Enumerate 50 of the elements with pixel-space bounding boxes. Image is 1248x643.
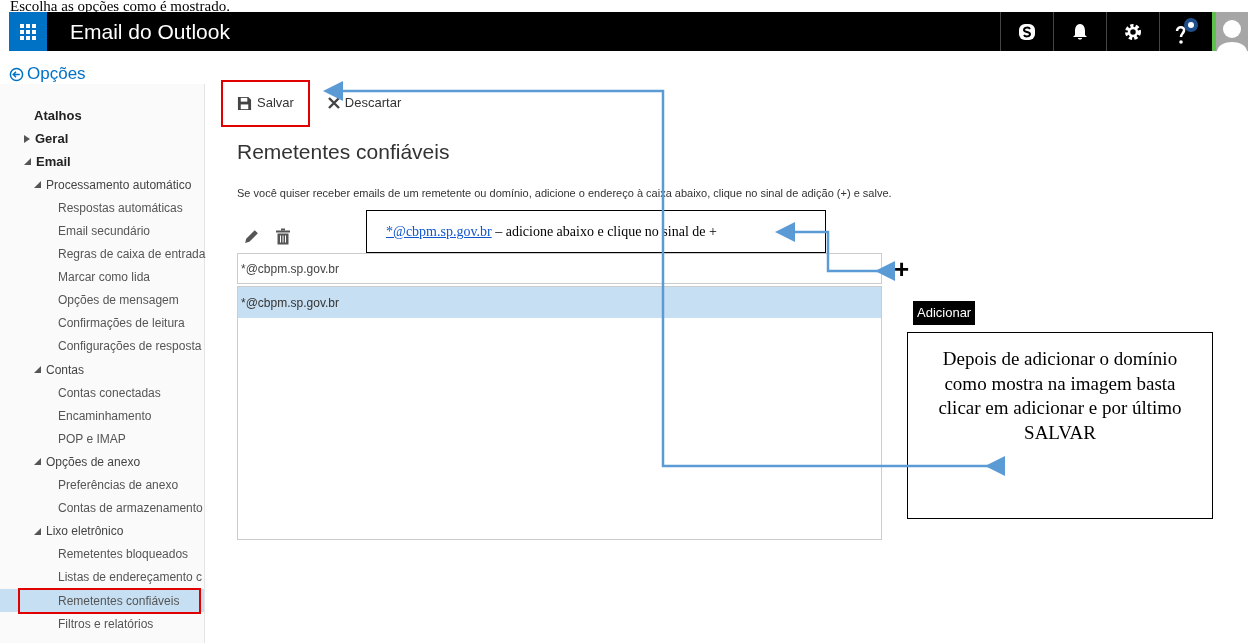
collapsed-triangle-icon[interactable] [24,134,30,143]
expanded-triangle-icon[interactable] [24,158,31,166]
sender-list-item[interactable]: *@cbpm.sp.gov.br [238,287,881,318]
sidebar-item[interactable]: Lixo eletrônico [0,519,204,543]
back-link[interactable]: Opções [27,61,86,87]
page-heading: Remetentes confiáveis [237,139,451,165]
discard-button[interactable]: Descartar [311,79,418,127]
save-button[interactable]: Salvar [221,79,310,127]
bell-icon [1072,22,1088,41]
sidebar-item[interactable]: Opções de mensagem [0,288,204,312]
sidebar-item[interactable]: Marcar como lida [0,265,204,289]
app-title: Email do Outlook [70,18,230,45]
instruction-note: Depois de adicionar o domínio como mostra na imagem basta clicar em adicionar e por último SALVAR [907,332,1213,519]
sidebar-item[interactable]: Opções de anexo [0,450,204,474]
sidebar-item[interactable]: Filtros e relatórios [0,612,204,636]
expanded-triangle-icon[interactable] [34,366,41,374]
expanded-triangle-icon[interactable] [34,181,41,189]
sidebar-item[interactable]: Processamento automático [0,173,204,197]
sidebar-item[interactable]: Geral [0,127,204,151]
sidebar-item[interactable]: Email [0,150,204,174]
document-caption: Escolha as opções como é mostrado. [9,0,231,12]
sidebar-item[interactable]: Respostas automáticas [0,196,204,220]
pencil-icon[interactable] [243,227,260,245]
domain-link[interactable]: *@cbpm.sp.gov.br [386,224,492,239]
sidebar-item[interactable]: Confirmações de leitura [0,311,204,335]
settings-icon [1124,22,1142,41]
sidebar-item[interactable]: Remetentes confiáveis [0,588,204,613]
sidebar-item[interactable]: Regras de caixa de entrada [0,242,204,266]
sidebar-item[interactable]: POP e IMAP [0,427,204,451]
sidebar-item[interactable]: Configurações de resposta [0,334,204,359]
trash-icon[interactable] [276,227,290,245]
address-input-field[interactable]: *@cbpm.sp.gov.br [237,253,882,284]
sidebar-item[interactable]: Email secundário [0,219,204,243]
sidebar-item[interactable]: Preferências de anexo [0,473,204,497]
sidebar-item[interactable]: Encaminhamento [0,404,204,428]
add-button[interactable]: + [894,255,910,282]
expanded-triangle-icon[interactable] [34,458,41,466]
sidebar-item[interactable]: Contas de armazenamento [0,496,204,520]
expanded-triangle-icon[interactable] [34,527,41,535]
callout-note: *@cbpm.sp.gov.br – adicione abaixo e clique no sinal de + [366,210,826,253]
sidebar-item[interactable]: Contas [0,358,204,382]
sidebar-item[interactable]: Remetentes bloqueados [0,542,204,566]
sidebar-item[interactable]: Listas de endereçamento c [0,565,204,589]
close-icon [327,97,340,109]
grid-icon [20,23,36,40]
app-launcher-button[interactable] [9,12,47,51]
sidebar-item[interactable]: Contas conectadas [0,381,204,405]
tooltip: Adicionar [913,301,976,325]
skype-icon [1018,22,1036,41]
sidebar-item[interactable]: Atalhos [0,104,204,128]
